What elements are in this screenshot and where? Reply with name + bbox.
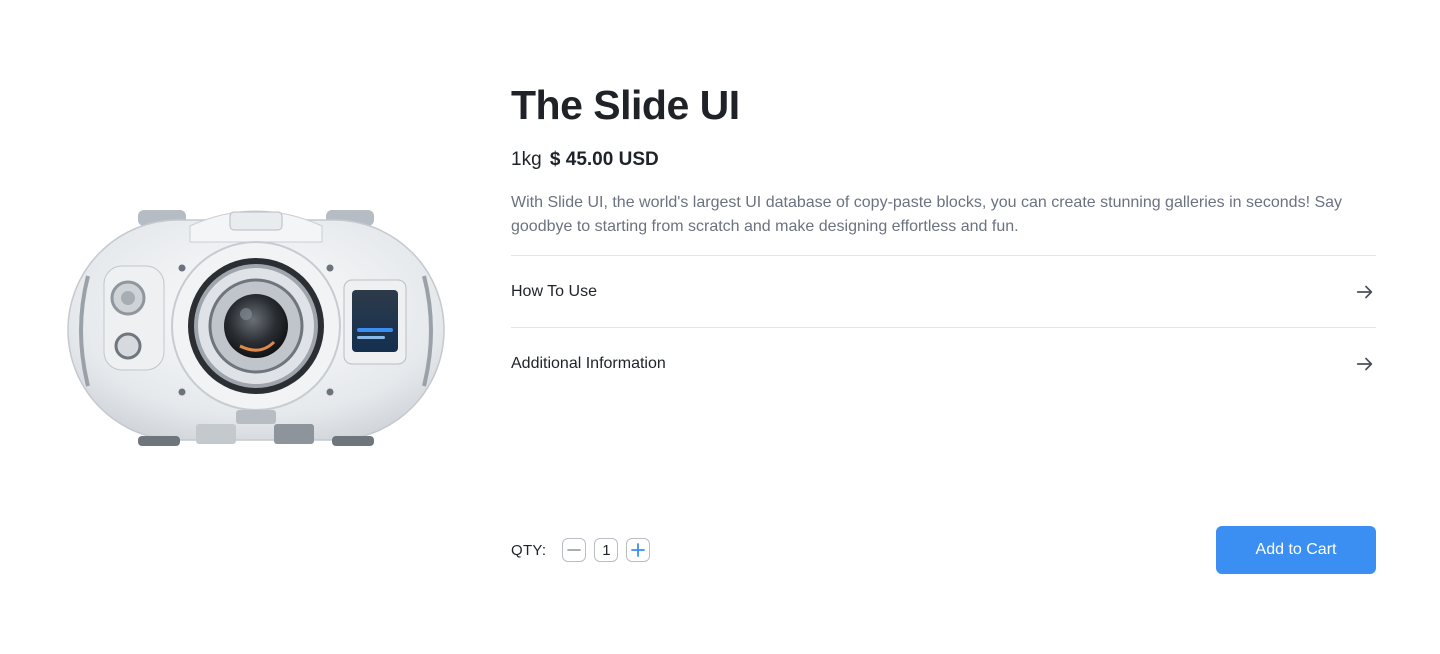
decrement-button[interactable] [562,538,587,562]
product-info: The Slide UI 1kg $ 45.00 USD With Slide … [511,80,1376,399]
arrow-right-icon [1356,357,1373,370]
product-price: $ 45.00 USD [549,149,659,170]
add-to-cart-button[interactable]: Add to Cart [1216,526,1376,574]
plus-icon [631,543,646,557]
cart-controls: QTY: 1 Add to Cart [511,526,1376,574]
product-weight: 1kg [511,149,542,170]
accordion-label: How To Use [511,282,597,300]
increment-button[interactable] [626,538,651,562]
accordion-label: Additional Information [511,354,666,372]
arrow-right-icon [1356,285,1373,298]
product-image [60,196,452,458]
product-page: The Slide UI 1kg $ 45.00 USD With Slide … [0,0,1440,654]
accordion-item-how-to-use[interactable]: How To Use [511,255,1376,327]
price-row: 1kg $ 45.00 USD [511,148,1376,172]
product-description: With Slide UI, the world's largest UI da… [511,194,1343,235]
minus-icon [567,549,582,551]
quantity-value[interactable]: 1 [594,538,619,562]
accordion: How To Use Additional Information [511,255,1376,399]
camera-illustration [67,210,445,446]
qty-label: QTY: [511,541,547,559]
accordion-item-additional-information[interactable]: Additional Information [511,327,1376,399]
product-title: The Slide UI [511,82,740,128]
quantity-stepper: QTY: 1 [511,538,651,562]
